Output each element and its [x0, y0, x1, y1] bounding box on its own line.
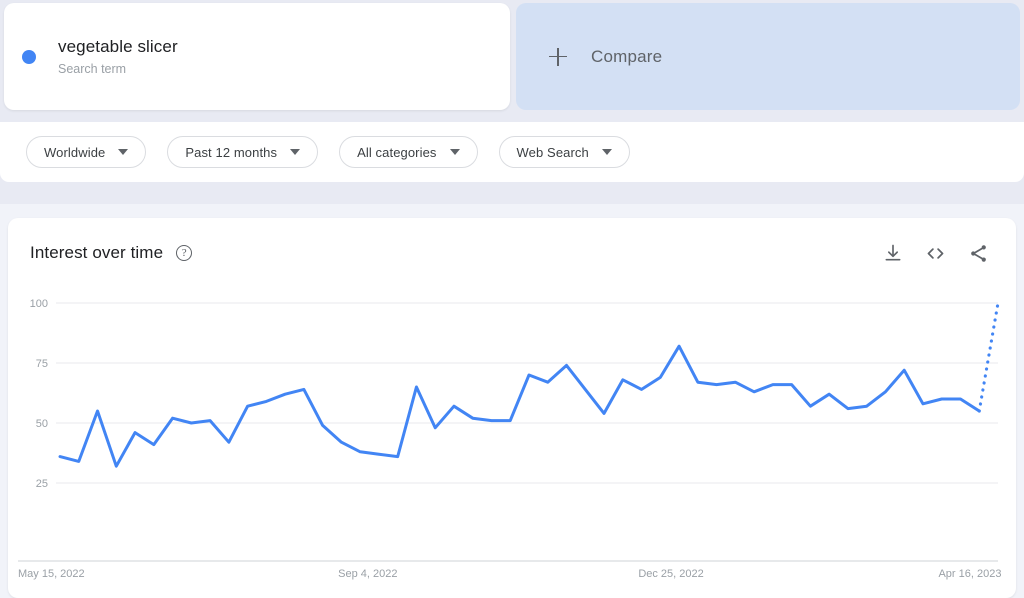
download-icon[interactable] — [883, 243, 903, 263]
help-circle-icon[interactable]: ? — [176, 245, 193, 261]
filter-timerange-dropdown[interactable]: Past 12 months — [167, 136, 319, 168]
y-axis-tick-label: 75 — [36, 358, 48, 370]
filter-category-dropdown[interactable]: All categories — [339, 136, 478, 168]
chart-actions — [883, 243, 989, 264]
filter-searchtype-label: Web Search — [516, 144, 589, 160]
chart-header: Interest over time ? — [8, 218, 1016, 288]
chevron-down-icon — [290, 149, 301, 155]
chevron-down-icon — [118, 149, 129, 155]
query-row: vegetable slicer Search term Compare — [0, 0, 1024, 113]
search-term-card[interactable]: vegetable slicer Search term — [4, 3, 510, 110]
compare-button[interactable]: Compare — [516, 3, 1020, 110]
chart-title: Interest over time — [30, 243, 164, 262]
y-axis-tick-label: 25 — [36, 478, 48, 490]
search-term-label: vegetable slicer — [58, 36, 178, 56]
y-axis-tick-label: 50 — [36, 418, 48, 430]
filters-bar: Worldwide Past 12 months All categories … — [0, 122, 1024, 182]
filter-location-label: Worldwide — [44, 144, 106, 160]
x-axis-tick-label: May 15, 2022 — [18, 568, 85, 580]
search-term-type: Search term — [58, 61, 127, 76]
x-axis-tick-label: Sep 4, 2022 — [338, 568, 397, 580]
filter-location-dropdown[interactable]: Worldwide — [26, 136, 147, 168]
interest-over-time-line-chart: 25 50 75 100 May 15, 2022 Sep 4, 2022 Dec 25, … — [18, 298, 1001, 580]
compare-label: Compare — [591, 46, 663, 66]
chevron-down-icon — [449, 149, 460, 155]
filter-searchtype-dropdown[interactable]: Web Search — [498, 136, 630, 168]
series-line-vegetable-slicer — [58, 344, 981, 468]
embed-code-icon[interactable] — [925, 243, 946, 264]
y-axis-tick-label: 100 — [30, 298, 48, 310]
series-partial-segment — [977, 301, 1000, 413]
filter-category-label: All categories — [357, 144, 437, 160]
share-icon[interactable] — [968, 243, 989, 264]
chart-plot-area: 25 50 75 100 May 15, 2022 Sep 4, 2022 Dec 25, … — [8, 288, 1016, 598]
search-term-texts: vegetable slicer Search term — [58, 36, 178, 78]
x-axis-tick-label: Dec 25, 2022 — [638, 568, 703, 580]
x-axis-tick-label: Apr 16, 2023 — [938, 568, 1001, 580]
chevron-down-icon — [601, 149, 612, 155]
interest-over-time-card: Interest over time ? 25 50 75 100 May 15, 20… — [8, 218, 1016, 598]
series-color-dot — [22, 49, 36, 64]
filter-timerange-label: Past 12 months — [185, 144, 278, 160]
plus-icon — [549, 47, 567, 66]
